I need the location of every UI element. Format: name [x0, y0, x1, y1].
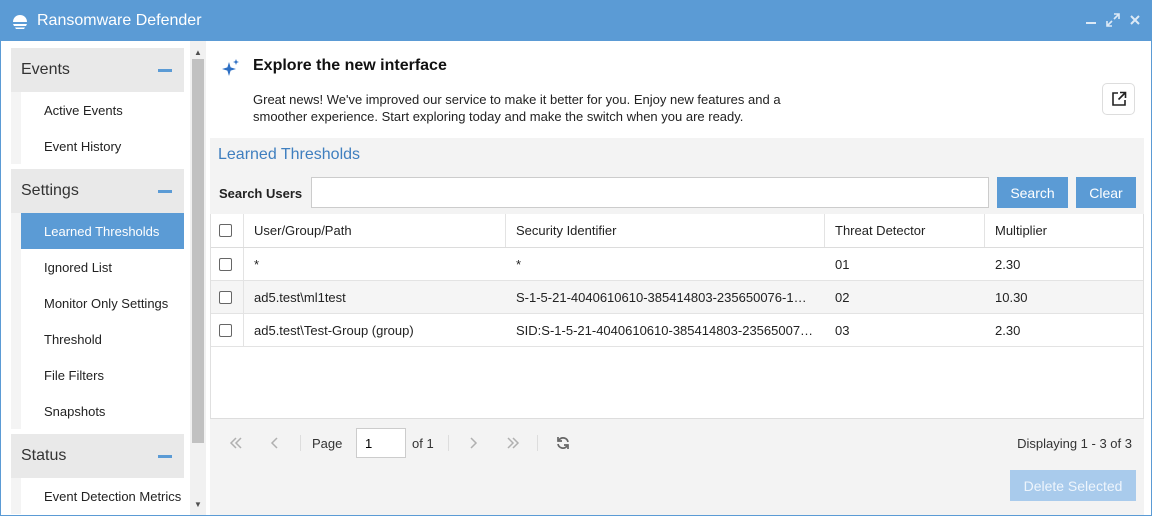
row-checkbox-cell — [211, 281, 244, 313]
close-icon[interactable] — [1127, 11, 1143, 29]
cell-user: * — [254, 256, 260, 272]
window-controls — [1083, 11, 1143, 29]
sidebar-item-snapshots[interactable]: Snapshots — [21, 393, 184, 429]
column-header-detector[interactable]: Threat Detector — [825, 214, 985, 247]
collapse-minus-icon[interactable] — [158, 189, 172, 193]
section-header-settings[interactable]: Settings — [11, 169, 184, 213]
clear-button[interactable]: Clear — [1076, 177, 1136, 208]
sidebar-item-active-events[interactable]: Active Events — [21, 92, 184, 128]
banner-text: Great news! We've improved our service t… — [253, 92, 781, 124]
main-content: Explore the new interface Great news! We… — [209, 41, 1151, 515]
cell-sid: S-1-5-21-4040610610-385414803-235650076-… — [516, 289, 807, 305]
sidebar-item-monitor-only-settings[interactable]: Monitor Only Settings — [21, 285, 184, 321]
section-title: Settings — [21, 182, 79, 199]
table-row[interactable]: ad5.test\ml1test S-1-5-21-4040610610-385… — [211, 281, 1143, 314]
section-header-events[interactable]: Events — [11, 48, 184, 92]
open-new-interface-button[interactable] — [1102, 83, 1135, 115]
search-users-input[interactable] — [311, 177, 989, 208]
column-header-multiplier[interactable]: Multiplier — [985, 214, 1143, 247]
scroll-up-icon[interactable]: ▲ — [190, 45, 206, 59]
select-all-checkbox[interactable] — [219, 224, 232, 237]
app-title: Ransomware Defender — [37, 12, 202, 29]
pager-divider — [448, 435, 449, 451]
next-page-icon[interactable] — [463, 433, 483, 453]
thresholds-table: User/Group/Path Security Identifier Thre… — [210, 214, 1144, 418]
sidebar-item-event-detection-metrics[interactable]: Event Detection Metrics — [21, 478, 184, 514]
sparkle-icon — [222, 59, 239, 76]
minimize-icon[interactable] — [1083, 11, 1099, 29]
sidebar-item-file-filters[interactable]: File Filters — [21, 357, 184, 393]
cell-user: ad5.test\Test-Group (group) — [254, 322, 414, 338]
section-title: Status — [21, 447, 67, 464]
sidebar-item-ignored-list[interactable]: Ignored List — [21, 249, 184, 285]
collapse-minus-icon[interactable] — [158, 454, 172, 458]
banner-title: Explore the new interface — [253, 57, 447, 74]
app-window: Ransomware Defender Events Active Events… — [0, 0, 1152, 516]
page-label: Page — [312, 436, 343, 451]
row-checkbox-cell — [211, 248, 244, 280]
cell-detector: 01 — [835, 256, 850, 272]
row-checkbox[interactable] — [219, 323, 232, 337]
sidebar-section-settings: Settings Learned Thresholds Ignored List… — [11, 169, 184, 429]
cell-multiplier: 2.30 — [995, 256, 1021, 272]
refresh-icon[interactable] — [553, 433, 573, 453]
sidebar-item-threshold[interactable]: Threshold — [21, 321, 184, 357]
cell-multiplier: 2.30 — [995, 322, 1021, 338]
panel-header: Learned Thresholds — [210, 138, 1144, 172]
previous-page-icon[interactable] — [265, 433, 285, 453]
row-checkbox[interactable] — [219, 290, 232, 304]
row-checkbox-cell — [211, 314, 244, 346]
learned-thresholds-panel: Learned Thresholds Search Users Search C… — [210, 138, 1144, 515]
section-title: Events — [21, 61, 70, 78]
panel-footer: Delete Selected — [210, 465, 1144, 515]
search-bar: Search Users Search Clear — [210, 172, 1144, 214]
sidebar-item-learned-thresholds[interactable]: Learned Thresholds — [21, 213, 184, 249]
header-checkbox-cell — [211, 214, 244, 247]
search-label: Search Users — [219, 186, 303, 201]
last-page-icon[interactable] — [503, 433, 523, 453]
table-row[interactable]: * * 01 2.30 — [211, 248, 1143, 281]
scroll-down-icon[interactable]: ▼ — [190, 497, 206, 511]
column-header-user[interactable]: User/Group/Path — [244, 214, 506, 247]
page-count-label: of 1 — [412, 436, 434, 451]
cell-sid: SID:S-1-5-21-4040610610-385414803-235650… — [516, 322, 814, 338]
collapse-minus-icon[interactable] — [158, 68, 172, 72]
maximize-icon[interactable] — [1105, 11, 1121, 29]
section-header-status[interactable]: Status — [11, 434, 184, 478]
cell-detector: 03 — [835, 322, 850, 338]
table-row[interactable]: ad5.test\Test-Group (group) SID:S-1-5-21… — [211, 314, 1143, 347]
app-logo-icon — [13, 15, 27, 29]
sidebar-section-status: Status Event Detection Metrics — [11, 434, 184, 514]
scrollbar-thumb[interactable] — [192, 59, 204, 443]
pagination-bar: Page of 1 Displaying 1 - 3 of 3 — [210, 418, 1144, 465]
row-checkbox[interactable] — [219, 257, 232, 271]
first-page-icon[interactable] — [226, 433, 246, 453]
displaying-count: Displaying 1 - 3 of 3 — [1017, 436, 1132, 451]
pager-divider — [537, 435, 538, 451]
sidebar-item-event-history[interactable]: Event History — [21, 128, 184, 164]
table-header-row: User/Group/Path Security Identifier Thre… — [211, 214, 1143, 248]
search-button[interactable]: Search — [997, 177, 1068, 208]
column-header-sid[interactable]: Security Identifier — [506, 214, 825, 247]
panel-title: Learned Thresholds — [218, 146, 361, 163]
page-number-input[interactable] — [356, 428, 406, 458]
new-interface-banner: Explore the new interface Great news! We… — [209, 41, 1151, 138]
delete-selected-button[interactable]: Delete Selected — [1010, 470, 1136, 501]
cell-detector: 02 — [835, 289, 850, 305]
cell-sid: * — [516, 256, 522, 272]
pager-divider — [300, 435, 301, 451]
cell-user: ad5.test\ml1test — [254, 289, 346, 305]
cell-multiplier: 10.30 — [995, 289, 1028, 305]
external-link-icon — [1111, 91, 1126, 106]
title-bar: Ransomware Defender — [1, 1, 1151, 41]
sidebar: Events Active Events Event History Setti… — [2, 41, 207, 515]
sidebar-section-events: Events Active Events Event History — [11, 48, 184, 164]
